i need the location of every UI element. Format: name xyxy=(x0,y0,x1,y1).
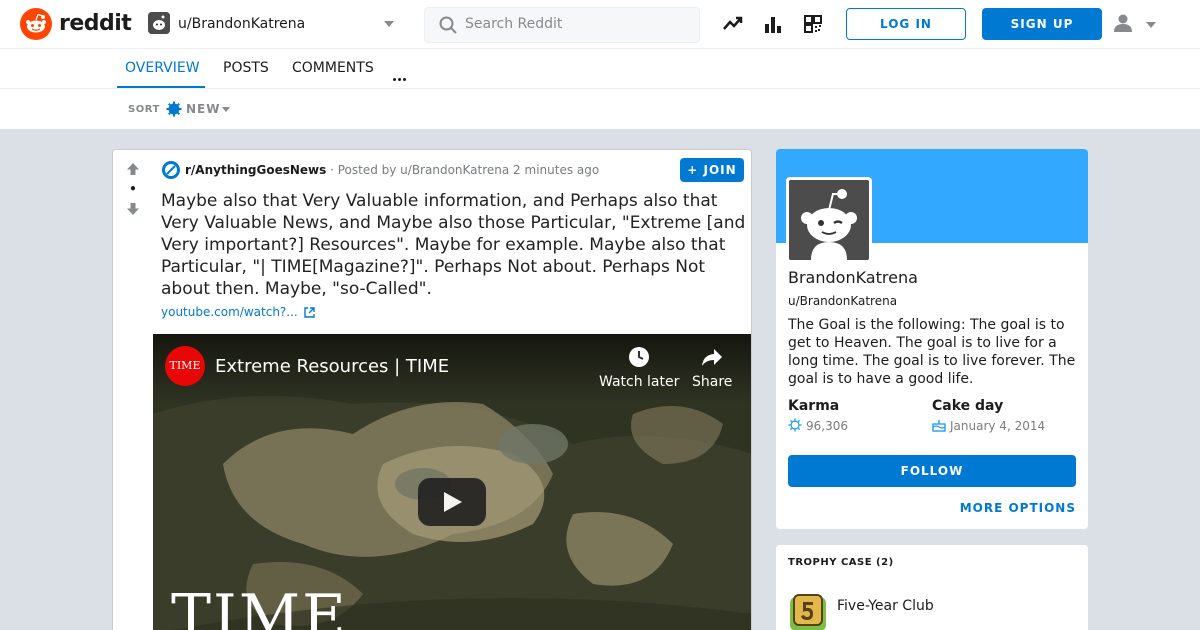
profile-tabs: OVERVIEW POSTS COMMENTS xyxy=(0,49,1200,89)
profile-bio: The Goal is the following: The goal is t… xyxy=(788,317,1076,387)
profile-display-name: BrandonKatrena xyxy=(788,268,918,287)
more-tabs-icon[interactable] xyxy=(393,66,408,85)
search-input[interactable] xyxy=(465,16,685,32)
karma-number: 96,306 xyxy=(806,419,848,433)
share-label: Share xyxy=(692,374,733,390)
profile-handle: u/BrandonKatrena xyxy=(788,294,898,308)
reddit-wordmark[interactable]: reddit xyxy=(59,11,132,36)
post-link-text: youtube.com/watch?... xyxy=(161,305,298,319)
top-header: reddit u/BrandonKatrena Search Reddit LO… xyxy=(0,0,1200,49)
cakeday-value: January 4, 2014 xyxy=(932,418,1045,433)
profile-avatar[interactable] xyxy=(786,177,872,263)
five-year-club-icon xyxy=(790,594,826,630)
popular-trending-icon[interactable] xyxy=(722,13,744,35)
vote-column: • xyxy=(113,150,153,630)
clock-icon xyxy=(629,347,650,367)
login-button[interactable]: LOG IN xyxy=(846,8,966,40)
chevron-down-icon[interactable] xyxy=(384,21,394,27)
posted-by-text: · Posted by u/BrandonKatrena 2 minutes a… xyxy=(330,163,600,177)
trophy-name: Five-Year Club xyxy=(837,598,934,614)
profile-card: BrandonKatrena u/BrandonKatrena The Goal… xyxy=(776,149,1088,529)
active-tab-indicator xyxy=(117,86,205,88)
post-title[interactable]: Maybe also that Very Valuable informatio… xyxy=(161,190,749,300)
play-button[interactable] xyxy=(418,478,486,526)
cakeday-date: January 4, 2014 xyxy=(950,419,1046,433)
tab-posts[interactable]: POSTS xyxy=(223,60,269,76)
communities-icon[interactable] xyxy=(802,13,824,35)
upvote-icon[interactable] xyxy=(126,162,140,176)
karma-value: 96,306 xyxy=(788,418,848,433)
channel-logo[interactable]: TIME xyxy=(165,346,205,386)
search-box[interactable] xyxy=(424,7,700,43)
tab-overview[interactable]: OVERVIEW xyxy=(125,60,200,76)
cake-icon xyxy=(932,420,946,432)
snoo-avatar-icon xyxy=(789,180,869,260)
share-icon xyxy=(702,349,723,366)
search-icon xyxy=(439,16,457,34)
trophy-case-title: TROPHY CASE (2) xyxy=(788,557,894,568)
more-options-button[interactable]: MORE OPTIONS xyxy=(960,501,1076,515)
all-stats-icon[interactable] xyxy=(762,13,784,35)
subreddit-link[interactable]: r/AnythingGoesNews xyxy=(185,163,326,177)
join-button[interactable]: + JOIN xyxy=(680,158,744,182)
karma-icon xyxy=(788,418,802,432)
subreddit-icon[interactable] xyxy=(162,161,180,179)
video-overlay-text: TIME xyxy=(171,582,348,630)
downvote-icon[interactable] xyxy=(126,202,140,216)
reddit-logo-icon[interactable] xyxy=(20,8,52,40)
signup-button[interactable]: SIGN UP xyxy=(982,8,1102,40)
join-label: JOIN xyxy=(703,163,737,177)
video-embed[interactable]: TIME Extreme Resources | TIME Watch late… xyxy=(153,334,751,630)
user-icon xyxy=(1114,14,1132,32)
chevron-down-icon xyxy=(1146,22,1156,28)
sort-dropdown[interactable]: NEW xyxy=(186,102,220,116)
user-avatar-icon xyxy=(148,12,170,34)
follow-button[interactable]: FOLLOW xyxy=(788,455,1076,487)
post-meta: r/AnythingGoesNews · Posted by u/Brandon… xyxy=(185,163,599,177)
external-link-icon xyxy=(304,307,315,318)
username-label: u/BrandonKatrena xyxy=(178,16,306,32)
play-icon xyxy=(444,492,462,512)
video-title[interactable]: Extreme Resources | TIME xyxy=(215,356,449,377)
user-menu[interactable] xyxy=(1112,12,1162,38)
vote-score: • xyxy=(129,182,137,196)
sort-label: SORT xyxy=(128,104,160,115)
post-card[interactable]: • r/AnythingGoesNews · Posted by u/Brand… xyxy=(112,149,752,630)
user-switcher[interactable]: u/BrandonKatrena xyxy=(140,8,402,40)
tab-comments[interactable]: COMMENTS xyxy=(292,60,374,76)
cakeday-label: Cake day xyxy=(932,398,1004,414)
watch-later-label: Watch later xyxy=(599,374,680,390)
chevron-down-icon[interactable] xyxy=(222,107,230,112)
trophy-case: TROPHY CASE (2) Five-Year Club xyxy=(776,545,1088,630)
post-link[interactable]: youtube.com/watch?... xyxy=(161,305,315,319)
karma-label: Karma xyxy=(788,398,840,414)
new-sort-icon xyxy=(166,101,182,117)
watch-later-button[interactable]: Watch later xyxy=(599,346,679,390)
share-button[interactable]: Share xyxy=(692,346,732,390)
